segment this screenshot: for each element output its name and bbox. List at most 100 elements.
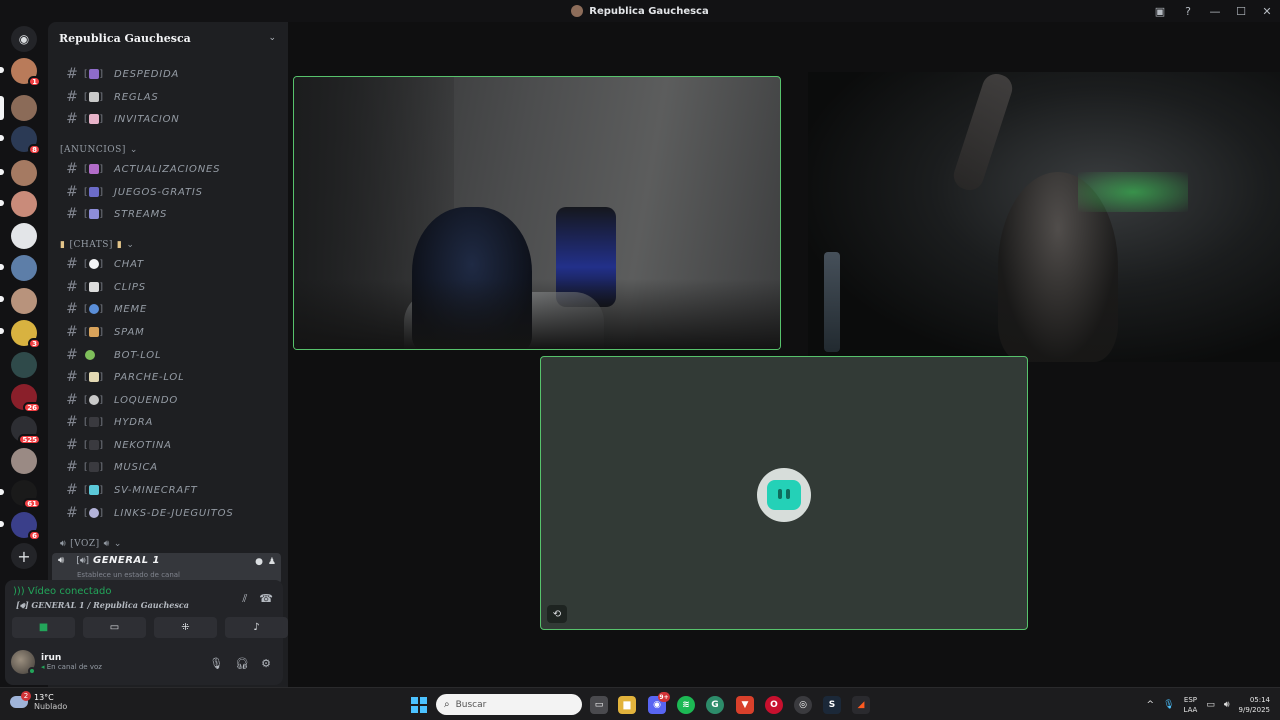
server-icon[interactable]	[11, 191, 37, 217]
microphone-icon[interactable]: 🎙︎	[209, 657, 223, 670]
channel-parche-lol[interactable]: # [] PARCHE-LOL	[56, 367, 282, 387]
voice-actions: ⫽ ☎	[242, 592, 273, 606]
camera-button[interactable]: ■	[12, 617, 75, 638]
discord-taskbar-icon[interactable]: ◉ 9+	[648, 692, 670, 714]
channel-despedida[interactable]: # [] DESPEDIDA	[56, 64, 282, 84]
headphones-icon[interactable]: 🎧︎	[235, 657, 249, 670]
app-icon[interactable]: ◢	[852, 696, 870, 714]
network-icon[interactable]: ▭	[1206, 700, 1215, 710]
channel-bot-lol[interactable]: # BOT-LOL	[56, 345, 282, 365]
server-icon[interactable]	[11, 352, 37, 378]
taskbar-search[interactable]: ⌕ Buscar	[436, 694, 582, 715]
channel-juegos-gratis[interactable]: # [] JUEGOS-GRATIS	[56, 182, 282, 202]
noise-suppression-icon[interactable]: ⫽	[242, 592, 247, 606]
server-icon[interactable]	[11, 160, 37, 186]
brave-icon[interactable]: ▼	[736, 696, 754, 714]
channel-actualizaciones[interactable]: # [] ACTUALIZACIONES	[56, 159, 282, 179]
hash-icon: #	[66, 392, 78, 408]
server-icon[interactable]: 1	[11, 58, 41, 87]
mention-badge: 26	[23, 402, 41, 413]
channel-sv-minecraft[interactable]: # [] SV-MINECRAFT	[56, 480, 282, 500]
app-icon[interactable]: ◎	[794, 696, 812, 714]
video-tile-avatar[interactable]: ⟲	[540, 356, 1028, 630]
channel-chat[interactable]: # [] CHAT	[56, 254, 282, 274]
channel-label: CHAT	[114, 258, 144, 270]
channel-hydra[interactable]: # [] HYDRA	[56, 412, 282, 432]
windows-start-icon[interactable]	[411, 697, 427, 713]
file-explorer-icon[interactable]: ▆	[618, 696, 636, 714]
server-icon[interactable]: 61	[11, 480, 41, 509]
channel-label: CLIPS	[114, 281, 146, 293]
server-header[interactable]: Republica Gauchesca ⌄	[48, 22, 288, 54]
chevron-down-icon: ⌄	[268, 33, 276, 43]
channel-musica[interactable]: # [] MUSICA	[56, 457, 282, 477]
channel-invitacion[interactable]: # [] INVITACION	[56, 109, 282, 129]
microphone-icon[interactable]: 🎙︎	[1163, 700, 1174, 710]
channel-spam[interactable]: # [] SPAM	[56, 322, 282, 342]
chevron-down-icon: ⌄	[113, 539, 122, 549]
voice-channel-name: GENERAL 1	[93, 555, 161, 566]
chat-bubble-icon[interactable]: ●	[255, 557, 263, 567]
channel-reglas[interactable]: # [] REGLAS	[56, 87, 282, 107]
background-video-stream[interactable]	[808, 72, 1280, 362]
active-server-pill	[0, 96, 4, 120]
category-anuncios[interactable]: [ANUNCIOS] ⌄	[60, 142, 138, 158]
title-bar: Republica Gauchesca ▣ ? — ☐ ✕	[0, 0, 1280, 22]
channel-nekotina[interactable]: # [] NEKOTINA	[56, 435, 282, 455]
channel-label: REGLAS	[114, 91, 159, 103]
server-icon[interactable]: 3	[11, 320, 41, 349]
server-icon[interactable]	[11, 223, 37, 249]
soundboard-button[interactable]: ♪	[225, 617, 288, 638]
server-mini-icon	[571, 5, 584, 17]
maximize-button[interactable]: ☐	[1228, 0, 1254, 22]
voice-channel-link[interactable]: [🔊︎] GENERAL 1 / Republica Gauchesca	[16, 600, 189, 611]
activities-button[interactable]: ⁜	[154, 617, 217, 638]
inbox-icon[interactable]: ▣	[1146, 0, 1174, 22]
user-info[interactable]: irun ◂ En canal de voz	[11, 650, 102, 675]
clock[interactable]: 05:14 9/9/2025	[1239, 695, 1270, 715]
channel-meme[interactable]: # [] MEME	[56, 299, 282, 319]
opera-icon[interactable]: O	[765, 696, 783, 714]
channel-emoji-icon: []	[84, 484, 104, 496]
channel-links-de-jueguitos[interactable]: # [] LINKS-DE-JUEGUITOS	[56, 503, 282, 523]
video-tile-camera[interactable]	[293, 76, 781, 350]
help-icon[interactable]: ?	[1174, 0, 1202, 22]
volume-icon[interactable]: 🔊︎	[1224, 700, 1230, 710]
minimize-button[interactable]: —	[1202, 0, 1228, 22]
server-icon[interactable]: 26	[11, 384, 41, 413]
weather-widget[interactable]: 2 13°C Nublado	[10, 691, 67, 711]
server-icon[interactable]	[11, 95, 37, 121]
add-server-icon[interactable]: +	[11, 543, 37, 569]
channel-status-hint[interactable]: Establece un estado de canal	[77, 571, 180, 579]
channel-streams[interactable]: # [] STREAMS	[56, 204, 282, 224]
unread-pill	[0, 67, 4, 73]
server-icon[interactable]: 8	[11, 126, 41, 155]
steam-icon[interactable]: S	[823, 696, 841, 714]
gear-icon[interactable]: ⚙	[261, 657, 271, 670]
app-icon[interactable]: G	[706, 696, 724, 714]
server-icon[interactable]	[11, 448, 37, 474]
swap-view-button[interactable]: ⟲	[547, 605, 567, 623]
close-button[interactable]: ✕	[1254, 0, 1280, 22]
unread-pill	[0, 489, 4, 495]
server-icon[interactable]: 6	[11, 512, 41, 541]
server-icon[interactable]: 525	[11, 416, 41, 445]
video-content	[1078, 172, 1188, 212]
disconnect-icon[interactable]: ☎	[259, 592, 273, 606]
task-view-icon[interactable]: ▭	[590, 696, 608, 714]
invite-user-icon[interactable]: ♟	[268, 557, 276, 567]
hash-icon: #	[66, 324, 78, 340]
category-voz[interactable]: 🔊︎ [VOZ] 🔊︎ ⌄	[60, 536, 122, 552]
server-icon[interactable]	[11, 288, 37, 314]
unread-pill	[0, 135, 4, 141]
channel-loquendo[interactable]: # [] LOQUENDO	[56, 390, 282, 410]
category-chats[interactable]: ▮ [CHATS] ▮ ⌄	[60, 237, 134, 253]
screen-share-button[interactable]: ▭	[83, 617, 146, 638]
channel-label: SPAM	[114, 326, 145, 338]
server-icon[interactable]	[11, 255, 37, 281]
chevron-up-icon[interactable]: ^	[1147, 700, 1155, 710]
spotify-icon[interactable]: ≋	[677, 696, 695, 714]
channel-clips[interactable]: # [] CLIPS	[56, 277, 282, 297]
language-indicator[interactable]: ESP LAA	[1184, 695, 1198, 715]
discord-home-icon[interactable]: ◉	[11, 26, 37, 52]
